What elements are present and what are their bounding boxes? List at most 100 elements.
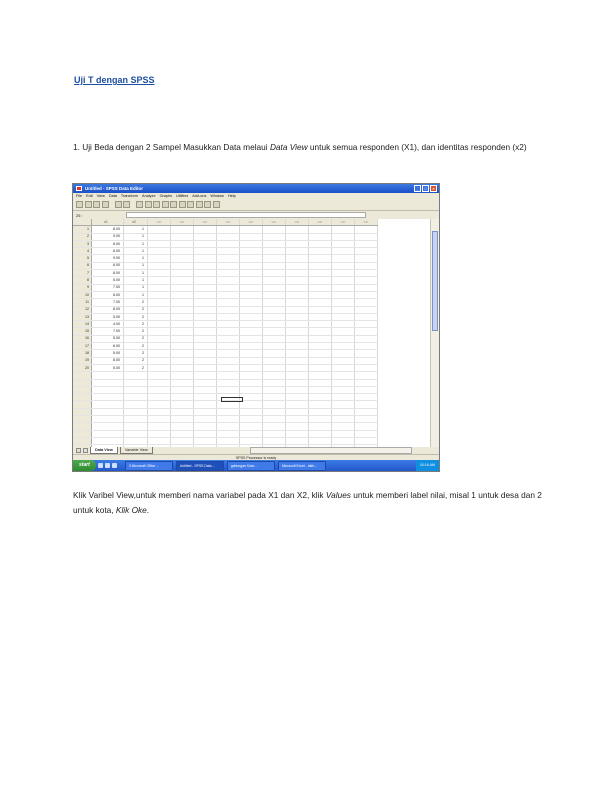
data-cell[interactable] — [123, 408, 148, 417]
data-cell[interactable] — [147, 247, 171, 256]
data-cell[interactable]: 6.00 — [91, 291, 124, 300]
menu-item[interactable]: Utilities — [176, 193, 188, 200]
row-number[interactable] — [73, 430, 92, 438]
data-cell[interactable] — [147, 306, 171, 314]
data-cell[interactable] — [239, 225, 263, 234]
data-cell[interactable] — [285, 313, 309, 322]
data-cell[interactable] — [262, 225, 286, 234]
row-number[interactable]: 12 — [73, 306, 92, 314]
data-cell[interactable] — [239, 269, 263, 278]
data-cell[interactable]: 1 — [123, 284, 148, 292]
data-cell[interactable] — [308, 233, 332, 241]
data-cell[interactable] — [285, 357, 309, 365]
data-cell[interactable] — [354, 276, 378, 285]
data-cell[interactable] — [239, 298, 263, 307]
data-cell[interactable] — [216, 225, 240, 234]
data-cell[interactable] — [262, 364, 286, 373]
data-cell[interactable] — [170, 415, 194, 424]
close-icon[interactable]: × — [430, 185, 437, 192]
document-heading[interactable]: Uji T dengan SPSS — [74, 75, 155, 85]
data-cell[interactable] — [91, 371, 124, 380]
data-cell[interactable] — [331, 349, 355, 358]
data-cell[interactable] — [262, 357, 286, 365]
row-number[interactable] — [73, 422, 92, 431]
data-cell[interactable] — [262, 247, 286, 256]
data-cell[interactable] — [170, 320, 194, 329]
goto-case-icon[interactable] — [136, 201, 143, 208]
data-cell[interactable] — [354, 233, 378, 241]
data-cell[interactable] — [308, 349, 332, 358]
row-number[interactable]: 1 — [73, 225, 92, 234]
data-cell[interactable] — [216, 422, 240, 431]
data-cell[interactable] — [285, 291, 309, 300]
data-cell[interactable] — [147, 408, 171, 417]
data-cell[interactable] — [193, 247, 217, 256]
data-cell[interactable] — [354, 291, 378, 300]
data-cell[interactable] — [147, 393, 171, 402]
data-cell[interactable] — [170, 313, 194, 322]
data-cell[interactable] — [239, 422, 263, 431]
data-cell[interactable]: 7.00 — [91, 327, 124, 336]
weight-cases-icon[interactable] — [187, 201, 194, 208]
data-cell[interactable] — [147, 342, 171, 351]
data-cell[interactable]: 9.00 — [91, 233, 124, 241]
data-cell[interactable] — [239, 386, 263, 395]
data-cell[interactable] — [262, 254, 286, 263]
data-cell[interactable] — [170, 306, 194, 314]
column-header[interactable]: x2 — [123, 219, 148, 227]
corner-cell[interactable] — [73, 219, 92, 227]
column-header[interactable]: var — [331, 219, 355, 227]
data-cell[interactable] — [193, 422, 217, 431]
data-cell[interactable]: 6.00 — [91, 240, 124, 249]
data-cell[interactable]: 4.00 — [91, 320, 124, 329]
data-cell[interactable] — [239, 342, 263, 351]
data-cell[interactable] — [170, 430, 194, 438]
data-cell[interactable] — [170, 349, 194, 358]
data-cell[interactable]: 8.00 — [91, 306, 124, 314]
row-number[interactable]: 6 — [73, 262, 92, 271]
data-cell[interactable] — [262, 313, 286, 322]
data-cell[interactable]: 2 — [123, 298, 148, 307]
row-number[interactable]: 19 — [73, 357, 92, 365]
row-number[interactable]: 13 — [73, 313, 92, 322]
data-cell[interactable] — [262, 371, 286, 380]
data-cell[interactable] — [262, 393, 286, 402]
column-header[interactable]: var — [147, 219, 171, 227]
data-cell[interactable] — [91, 400, 124, 409]
data-cell[interactable] — [262, 335, 286, 344]
data-cell[interactable] — [193, 254, 217, 263]
data-cell[interactable] — [193, 240, 217, 249]
data-cell[interactable] — [308, 262, 332, 271]
data-cell[interactable] — [308, 284, 332, 292]
data-cell[interactable] — [170, 342, 194, 351]
data-cell[interactable] — [331, 291, 355, 300]
print-icon[interactable] — [93, 201, 100, 208]
data-cell[interactable] — [354, 254, 378, 263]
data-cell[interactable] — [193, 298, 217, 307]
redo-icon[interactable] — [123, 201, 130, 208]
data-cell[interactable] — [147, 400, 171, 409]
data-cell[interactable]: 5.00 — [91, 349, 124, 358]
row-number[interactable]: 14 — [73, 320, 92, 329]
data-cell[interactable] — [193, 313, 217, 322]
data-cell[interactable] — [354, 349, 378, 358]
variables-icon[interactable] — [144, 201, 152, 208]
data-cell[interactable] — [193, 357, 217, 365]
data-cell[interactable] — [239, 276, 263, 285]
row-number[interactable] — [73, 415, 92, 424]
data-cell[interactable] — [239, 415, 263, 424]
data-cell[interactable] — [331, 254, 355, 263]
data-cell[interactable] — [239, 254, 263, 263]
data-cell[interactable] — [285, 284, 309, 292]
data-cell[interactable] — [331, 386, 355, 395]
data-cell[interactable] — [239, 437, 263, 446]
data-cell[interactable] — [170, 400, 194, 409]
data-cell[interactable]: 1 — [123, 247, 148, 256]
data-cell[interactable] — [262, 233, 286, 241]
data-cell[interactable]: 2 — [123, 342, 148, 351]
data-cell[interactable] — [216, 320, 240, 329]
data-cell[interactable] — [193, 371, 217, 380]
data-cell[interactable] — [308, 364, 332, 373]
data-cell[interactable] — [308, 335, 332, 344]
data-cell[interactable] — [262, 430, 286, 438]
